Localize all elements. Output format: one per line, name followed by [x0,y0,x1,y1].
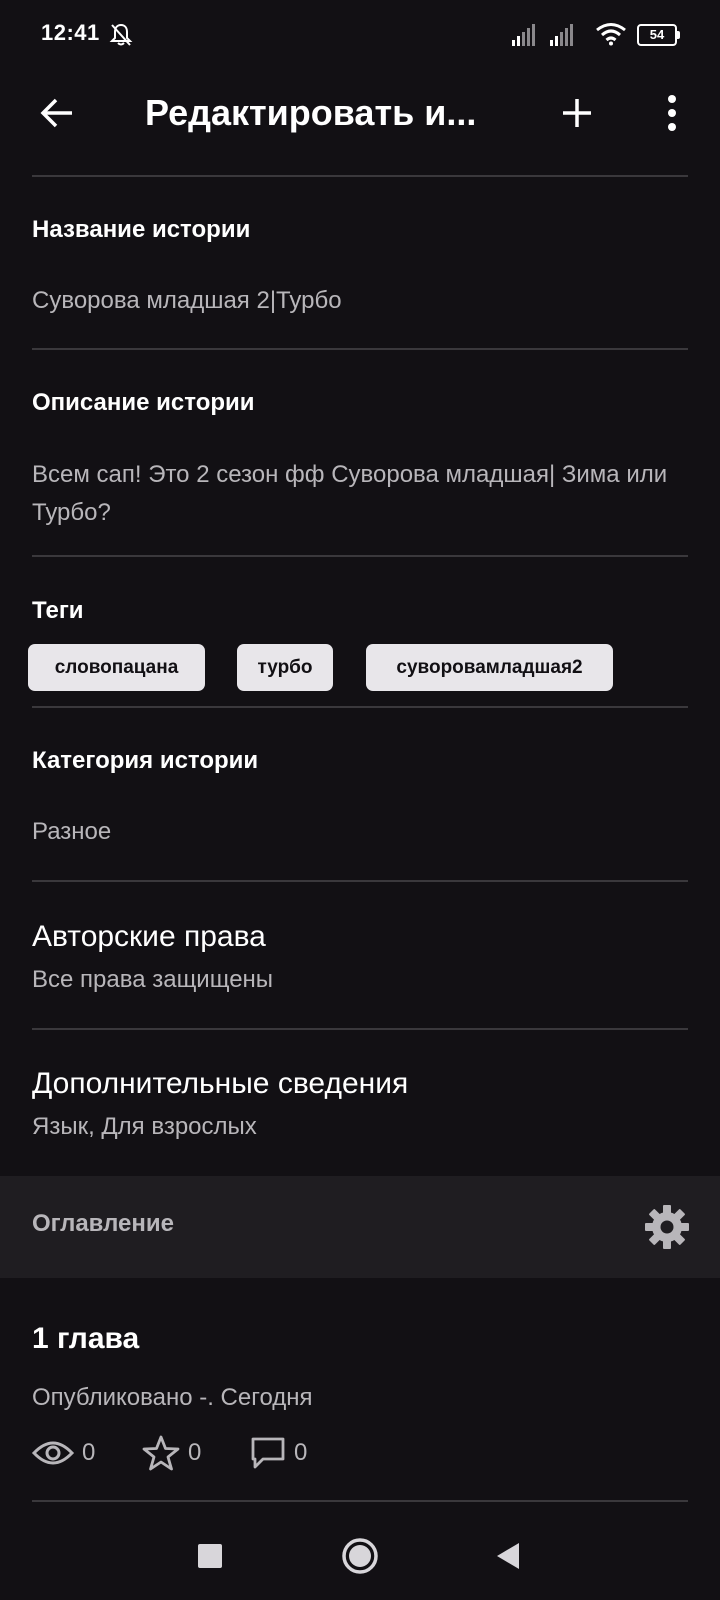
status-time: 12:41 [41,20,100,45]
star-icon [142,1435,180,1471]
divider [32,175,688,177]
more-vertical-icon [668,95,676,131]
views-stat: 0 [32,1433,95,1473]
views-count: 0 [82,1439,96,1466]
wifi-icon [596,23,626,46]
tags-label: Теги [32,597,84,624]
page-title: Редактировать и... [145,92,477,133]
circle-icon [342,1538,378,1574]
votes-stat: 0 [142,1433,201,1473]
divider [32,1028,688,1030]
comment-icon [251,1437,285,1469]
plus-icon [563,99,591,127]
toc-label: Оглавление [32,1210,174,1237]
story-description-label: Описание истории [32,389,255,416]
divider [32,555,688,557]
tag-chip[interactable]: турбо [237,644,333,691]
divider [32,348,688,350]
system-nav-bar [0,1510,720,1600]
app-bar: Редактировать и... [0,70,720,176]
eye-icon [32,1441,74,1465]
triangle-back-icon [497,1543,519,1569]
votes-count: 0 [188,1439,202,1466]
back-nav-button[interactable] [484,1532,532,1580]
battery-icon: 54 [637,24,680,46]
chapter-published: Опубликовано -. Сегодня [32,1384,313,1411]
arrow-back-icon [40,98,72,128]
battery-level: 54 [637,24,677,46]
toc-header: Оглавление [0,1176,720,1278]
story-description-value: Всем сап! Это 2 сезон фф Суворова младша… [32,461,668,526]
divider [32,706,688,708]
story-category-label: Категория истории [32,747,259,774]
copyright-title: Авторские права [32,920,266,953]
story-category-value: Разное [32,818,112,845]
tag-chip[interactable]: суворовамладшая2 [366,644,613,691]
bell-off-icon [109,23,133,46]
story-title-label: Название истории [32,216,251,243]
extra-info-value: Язык, Для взрослых [32,1113,257,1140]
status-bar: 12:41 54 [0,0,720,70]
square-icon [198,1544,222,1568]
more-options-button[interactable] [645,86,699,140]
tag-chip[interactable]: словопацана [28,644,205,691]
recents-button[interactable] [186,1532,234,1580]
story-title-value: Суворова младшая 2|Турбо [32,287,342,314]
gear-icon[interactable] [644,1204,690,1250]
comments-count: 0 [294,1439,308,1466]
chapter-title: 1 глава [32,1322,140,1355]
home-button[interactable] [336,1532,384,1580]
divider [32,1500,688,1502]
add-button[interactable] [550,86,604,140]
divider [32,880,688,882]
copyright-value: Все права защищены [32,966,274,993]
extra-info-title: Дополнительные сведения [32,1067,409,1100]
signal-icon [512,24,535,46]
comments-stat: 0 [250,1433,307,1473]
back-button[interactable] [30,86,84,140]
signal-icon [550,24,573,46]
